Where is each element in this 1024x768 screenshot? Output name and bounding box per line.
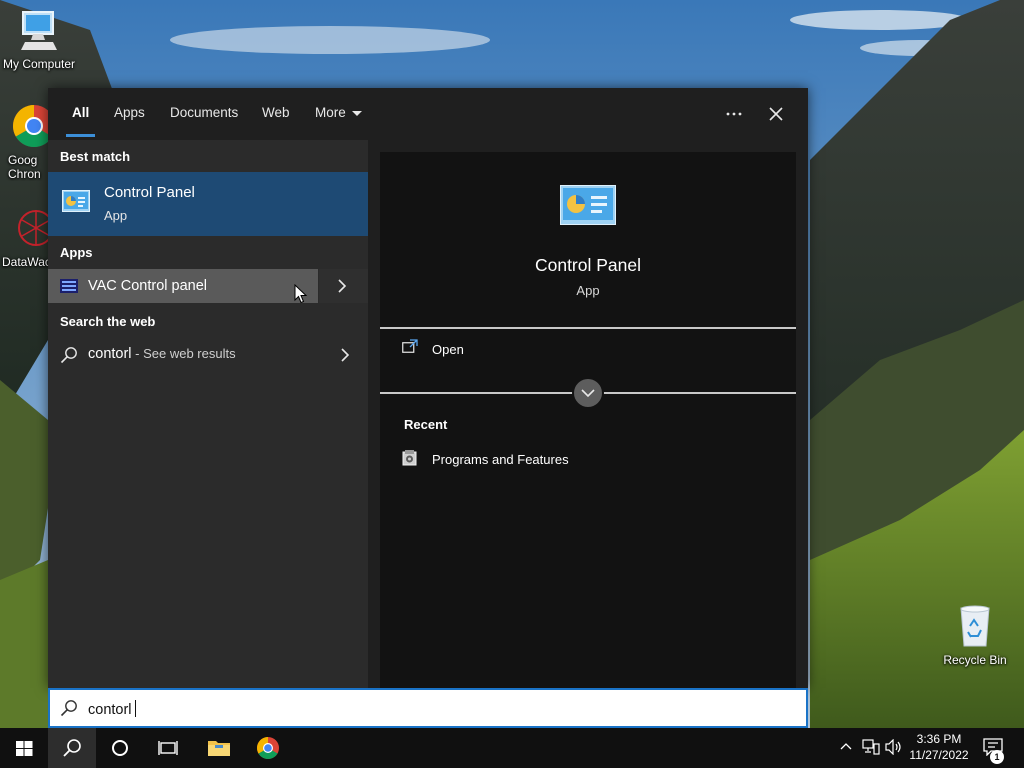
search-query-text: contorl	[88, 702, 132, 718]
chrome-icon	[257, 737, 279, 759]
control-panel-icon	[62, 190, 90, 217]
preview-subtitle: App	[576, 283, 600, 298]
tab-more[interactable]: More	[315, 88, 362, 140]
desktop-icon-label: Goog Chron	[8, 153, 41, 181]
desktop-icon-google-chrome[interactable]: Goog Chron	[0, 104, 48, 181]
more-options-button[interactable]	[718, 98, 750, 130]
desktop-icon-label: Recycle Bin	[943, 653, 1007, 667]
datawac-icon	[14, 206, 50, 253]
chrome-taskbar-button[interactable]	[244, 728, 292, 768]
cortana-circle-icon	[112, 740, 128, 756]
apps-header: Apps	[60, 245, 93, 260]
control-panel-large-icon	[560, 185, 616, 230]
programs-features-icon	[402, 449, 418, 472]
text-caret	[134, 700, 136, 717]
tab-documents[interactable]: Documents	[170, 88, 238, 140]
search-icon	[63, 739, 81, 757]
ellipsis-icon	[726, 112, 742, 116]
recent-header: Recent	[404, 417, 448, 432]
mouse-cursor-icon	[294, 284, 308, 304]
notification-count-badge: 1	[990, 750, 1004, 764]
best-match-type: App	[104, 208, 128, 223]
best-match-header: Best match	[60, 149, 131, 164]
search-web-header: Search the web	[60, 314, 156, 329]
web-search-suffix: - See web results	[131, 346, 236, 361]
folder-icon	[208, 741, 230, 756]
show-hidden-icons-chevron-up-icon[interactable]	[839, 740, 853, 759]
task-view-icon	[158, 741, 178, 755]
app-result-expand-button[interactable]	[319, 269, 368, 303]
clock-time: 3:36 PM	[916, 732, 962, 746]
file-explorer-button[interactable]	[195, 728, 243, 768]
volume-icon[interactable]	[885, 738, 903, 760]
best-match-name: Control Panel	[104, 184, 195, 201]
taskbar-clock[interactable]: 3:36 PM 11/27/2022	[906, 731, 972, 763]
chrome-icon	[12, 104, 48, 151]
desktop-icon-recycle-bin[interactable]: Recycle Bin	[937, 604, 1013, 667]
close-button[interactable]	[760, 98, 792, 130]
open-label: Open	[432, 342, 464, 357]
tab-apps[interactable]: Apps	[114, 88, 145, 140]
chevron-down-icon	[581, 389, 595, 398]
cortana-button[interactable]	[96, 728, 144, 768]
caret-down-icon	[351, 110, 362, 116]
divider	[380, 327, 796, 329]
search-icon	[60, 346, 78, 369]
desktop-icon-label: DataWac	[2, 255, 50, 269]
start-button[interactable]	[0, 728, 48, 768]
result-preview-pane: Control Panel App Open Recent Programs a…	[380, 152, 796, 688]
tab-more-label: More	[315, 105, 346, 120]
taskbar-search-button[interactable]	[48, 728, 96, 768]
expand-actions-button[interactable]	[572, 377, 604, 409]
taskbar: 3:36 PM 11/27/2022 1	[0, 728, 1024, 768]
open-icon	[402, 339, 418, 358]
search-input-value: contorl	[88, 700, 136, 718]
web-search-query: contorl	[88, 346, 132, 362]
search-input[interactable]: contorl	[48, 688, 808, 728]
web-search-result[interactable]: contorl - See web results	[48, 338, 368, 372]
chevron-right-icon	[338, 279, 347, 293]
open-action[interactable]: Open	[400, 336, 600, 360]
computer-icon	[1, 8, 77, 55]
tab-web[interactable]: Web	[262, 88, 290, 140]
search-scope-tabs: All Apps Documents Web More	[48, 88, 808, 140]
tab-all[interactable]: All	[65, 88, 96, 140]
start-search-panel: All Apps Documents Web More Best match C…	[48, 88, 808, 688]
best-match-item[interactable]: Control Panel App	[48, 172, 368, 236]
search-icon	[60, 699, 78, 722]
app-result-name: VAC Control panel	[88, 278, 208, 294]
recent-item-programs-and-features[interactable]: Programs and Features	[400, 448, 660, 470]
desktop-icon-datawac[interactable]: DataWac	[0, 206, 50, 269]
clock-date: 11/27/2022	[909, 748, 969, 762]
desktop-icon-label: My Computer	[2, 57, 76, 71]
chevron-right-icon	[341, 348, 350, 362]
recent-item-label: Programs and Features	[432, 452, 569, 467]
desktop-icon-my-computer[interactable]: My Computer	[1, 8, 77, 71]
vac-app-icon	[60, 279, 78, 298]
task-view-button[interactable]	[144, 728, 192, 768]
windows-logo-icon	[16, 741, 33, 756]
close-icon	[769, 107, 783, 121]
app-result-vac-control-panel[interactable]: VAC Control panel	[48, 269, 318, 303]
web-search-text: contorl - See web results	[88, 346, 236, 362]
preview-title: Control Panel	[534, 255, 642, 275]
network-icon[interactable]	[862, 739, 880, 760]
recycle-bin-icon	[937, 604, 1013, 651]
search-results-list: Best match Control Panel App Apps VAC Co…	[48, 140, 368, 688]
